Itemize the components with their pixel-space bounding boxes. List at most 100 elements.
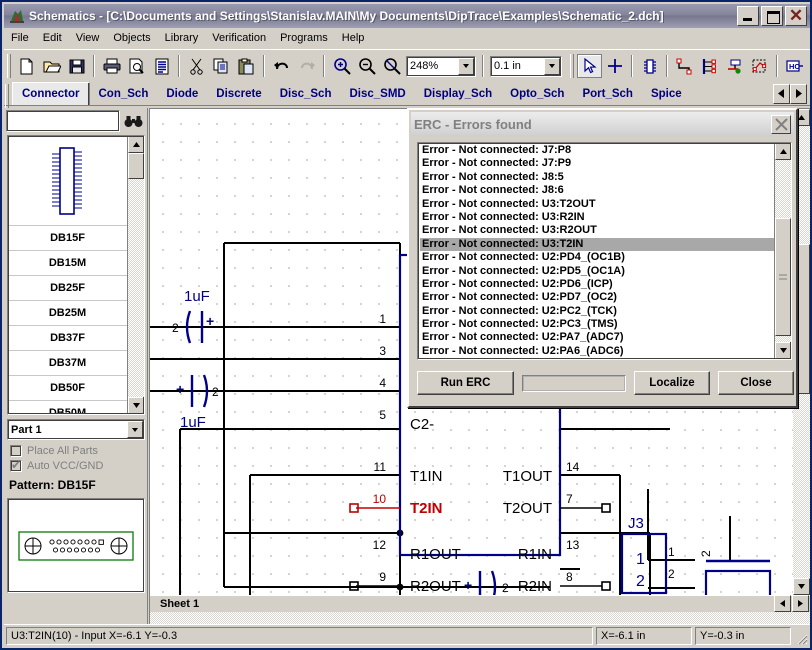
part-select-combo[interactable]: Part 1 xyxy=(7,419,145,440)
scroll-track[interactable] xyxy=(128,153,144,397)
library-tab-display-sch[interactable]: Display_Sch xyxy=(415,82,501,105)
minimize-button[interactable] xyxy=(737,6,759,26)
place-component-button[interactable] xyxy=(637,54,662,78)
erc-close-icon-button[interactable] xyxy=(771,114,791,134)
component-item-db15m[interactable]: DB15M xyxy=(8,251,127,276)
erc-list-item[interactable]: Warning - Pin type: Net 28, J7:P2 (Bidir… xyxy=(420,358,774,359)
menu-item-view[interactable]: View xyxy=(69,30,107,46)
erc-list-item[interactable]: Error - Not connected: J7:P8 xyxy=(420,144,774,157)
library-tab-discrete[interactable]: Discrete xyxy=(207,82,270,105)
place-all-parts-checkbox-row[interactable]: Place All Parts xyxy=(10,445,98,457)
library-tab-disc-smd[interactable]: Disc_SMD xyxy=(340,82,414,105)
resize-grip[interactable] xyxy=(794,631,808,645)
place-bus-button[interactable] xyxy=(697,54,722,78)
library-tab-opto-sch[interactable]: Opto_Sch xyxy=(501,82,573,105)
component-item-db37f[interactable]: DB37F xyxy=(8,326,127,351)
localize-button[interactable]: Localize xyxy=(634,371,710,395)
erc-scroll-down-button[interactable] xyxy=(775,342,791,359)
scroll-thumb[interactable] xyxy=(128,153,144,179)
hierarchy-connector-button[interactable]: HC xyxy=(782,54,807,78)
erc-list-item[interactable]: Error - Not connected: U2:PC3_(TMS) xyxy=(420,318,774,331)
chevron-down-icon[interactable] xyxy=(544,57,560,75)
component-item-db15f[interactable]: DB15F xyxy=(8,226,127,251)
erc-list-item[interactable]: Error - Not connected: U2:PC2_(TCK) xyxy=(420,305,774,318)
erc-scroll-up-button[interactable] xyxy=(775,143,791,160)
place-wire-button[interactable] xyxy=(672,54,697,78)
sheet-scroll-right-button[interactable] xyxy=(792,595,809,612)
print-preview-button[interactable] xyxy=(124,54,149,78)
scroll-up-button[interactable] xyxy=(128,136,144,153)
toolbar-grip[interactable] xyxy=(570,54,574,78)
menu-item-objects[interactable]: Objects xyxy=(106,30,157,46)
chevron-down-icon[interactable] xyxy=(458,57,474,75)
component-item-db25m[interactable]: DB25M xyxy=(8,301,127,326)
component-list-scrollbar[interactable] xyxy=(127,136,144,414)
erc-list-item[interactable]: Error - Not connected: U3:T2OUT xyxy=(420,198,774,211)
sheet-tab[interactable]: Sheet 1 xyxy=(152,595,209,612)
auto-vcc-gnd-checkbox-row[interactable]: Auto VCC/GND xyxy=(10,458,103,472)
component-item-db37m[interactable]: DB37M xyxy=(8,351,127,376)
cut-button[interactable] xyxy=(184,54,209,78)
erc-list-item[interactable]: Error - Not connected: U2:PD5_(OC1A) xyxy=(420,265,774,278)
toolbar-grip[interactable] xyxy=(7,54,11,78)
select-tool-button[interactable] xyxy=(577,54,602,78)
sheet-scroll-left-button[interactable] xyxy=(774,595,791,612)
menu-item-programs[interactable]: Programs xyxy=(273,30,335,46)
redo-button[interactable] xyxy=(294,54,319,78)
new-file-button[interactable] xyxy=(14,54,39,78)
component-list[interactable]: DB15F DB15M DB25F DB25M DB37F DB37M DB50… xyxy=(7,135,145,415)
zoom-level-combo[interactable]: 248% xyxy=(406,55,476,77)
menu-item-library[interactable]: Library xyxy=(158,30,206,46)
libtabs-grip[interactable] xyxy=(5,84,9,108)
chevron-down-icon[interactable] xyxy=(127,421,143,438)
close-button[interactable]: ✕ xyxy=(785,6,807,26)
menu-item-edit[interactable]: Edit xyxy=(36,30,69,46)
search-input-wrapper[interactable] xyxy=(6,110,120,132)
search-input[interactable] xyxy=(7,111,119,131)
zoom-in-button[interactable] xyxy=(329,54,354,78)
crosshair-tool-button[interactable] xyxy=(602,54,627,78)
undo-button[interactable] xyxy=(269,54,294,78)
print-button[interactable] xyxy=(99,54,124,78)
erc-list-item[interactable]: Error - Not connected: U3:R2IN xyxy=(420,211,774,224)
open-folder-button[interactable] xyxy=(39,54,64,78)
save-button[interactable] xyxy=(64,54,89,78)
auto-vcc-gnd-checkbox[interactable] xyxy=(10,458,22,472)
erc-list-item[interactable]: Error - Not connected: J8:6 xyxy=(420,184,774,197)
canvas-scroll-down-button[interactable] xyxy=(793,578,810,595)
erc-close-button[interactable]: Close xyxy=(718,371,794,395)
library-tab-con-sch[interactable]: Con_Sch xyxy=(90,82,158,105)
component-item-db25f[interactable]: DB25F xyxy=(8,276,127,301)
libtabs-prev-button[interactable] xyxy=(773,83,790,104)
menu-item-verification[interactable]: Verification xyxy=(205,30,273,46)
erc-list-scrollbar[interactable] xyxy=(774,143,791,359)
scroll-down-button[interactable] xyxy=(128,397,144,414)
erc-list-item[interactable]: Error - Not connected: J7:P9 xyxy=(420,157,774,170)
erc-list-item[interactable]: Error - Not connected: U2:PD6_(ICP) xyxy=(420,278,774,291)
library-tab-diode[interactable]: Diode xyxy=(157,82,207,105)
report-button[interactable] xyxy=(149,54,174,78)
hierarchy-block-button[interactable]: HB xyxy=(807,54,812,78)
find-button[interactable] xyxy=(120,110,146,132)
component-item-db50f[interactable]: DB50F xyxy=(8,376,127,401)
zoom-out-button[interactable] xyxy=(354,54,379,78)
erc-list-item[interactable]: Error - Not connected: J8:5 xyxy=(420,171,774,184)
edit-net-button[interactable] xyxy=(747,54,772,78)
grid-size-combo[interactable]: 0.1 in xyxy=(490,55,562,77)
zoom-area-button[interactable] xyxy=(379,54,404,78)
maximize-button[interactable] xyxy=(761,6,783,26)
erc-scroll-thumb[interactable] xyxy=(775,218,791,336)
run-erc-button[interactable]: Run ERC xyxy=(417,371,514,395)
place-net-port-button[interactable] xyxy=(722,54,747,78)
erc-list-item[interactable]: Error - Not connected: U2:PD4_(OC1B) xyxy=(420,251,774,264)
library-tab-connector[interactable]: Connector xyxy=(12,82,90,105)
erc-list-item[interactable]: Error - Not connected: U3:R2OUT xyxy=(420,224,774,237)
library-tab-disc-sch[interactable]: Disc_Sch xyxy=(271,82,341,105)
library-tab-port-sch[interactable]: Port_Sch xyxy=(573,82,642,105)
erc-list-item[interactable]: Error - Not connected: U2:PD7_(OC2) xyxy=(420,291,774,304)
menu-item-help[interactable]: Help xyxy=(335,30,372,46)
place-all-parts-checkbox[interactable] xyxy=(10,445,22,457)
libtabs-next-button[interactable] xyxy=(790,83,807,104)
library-tab-spice[interactable]: Spice xyxy=(642,82,691,105)
erc-list-item-selected[interactable]: Error - Not connected: U3:T2IN xyxy=(420,237,774,252)
